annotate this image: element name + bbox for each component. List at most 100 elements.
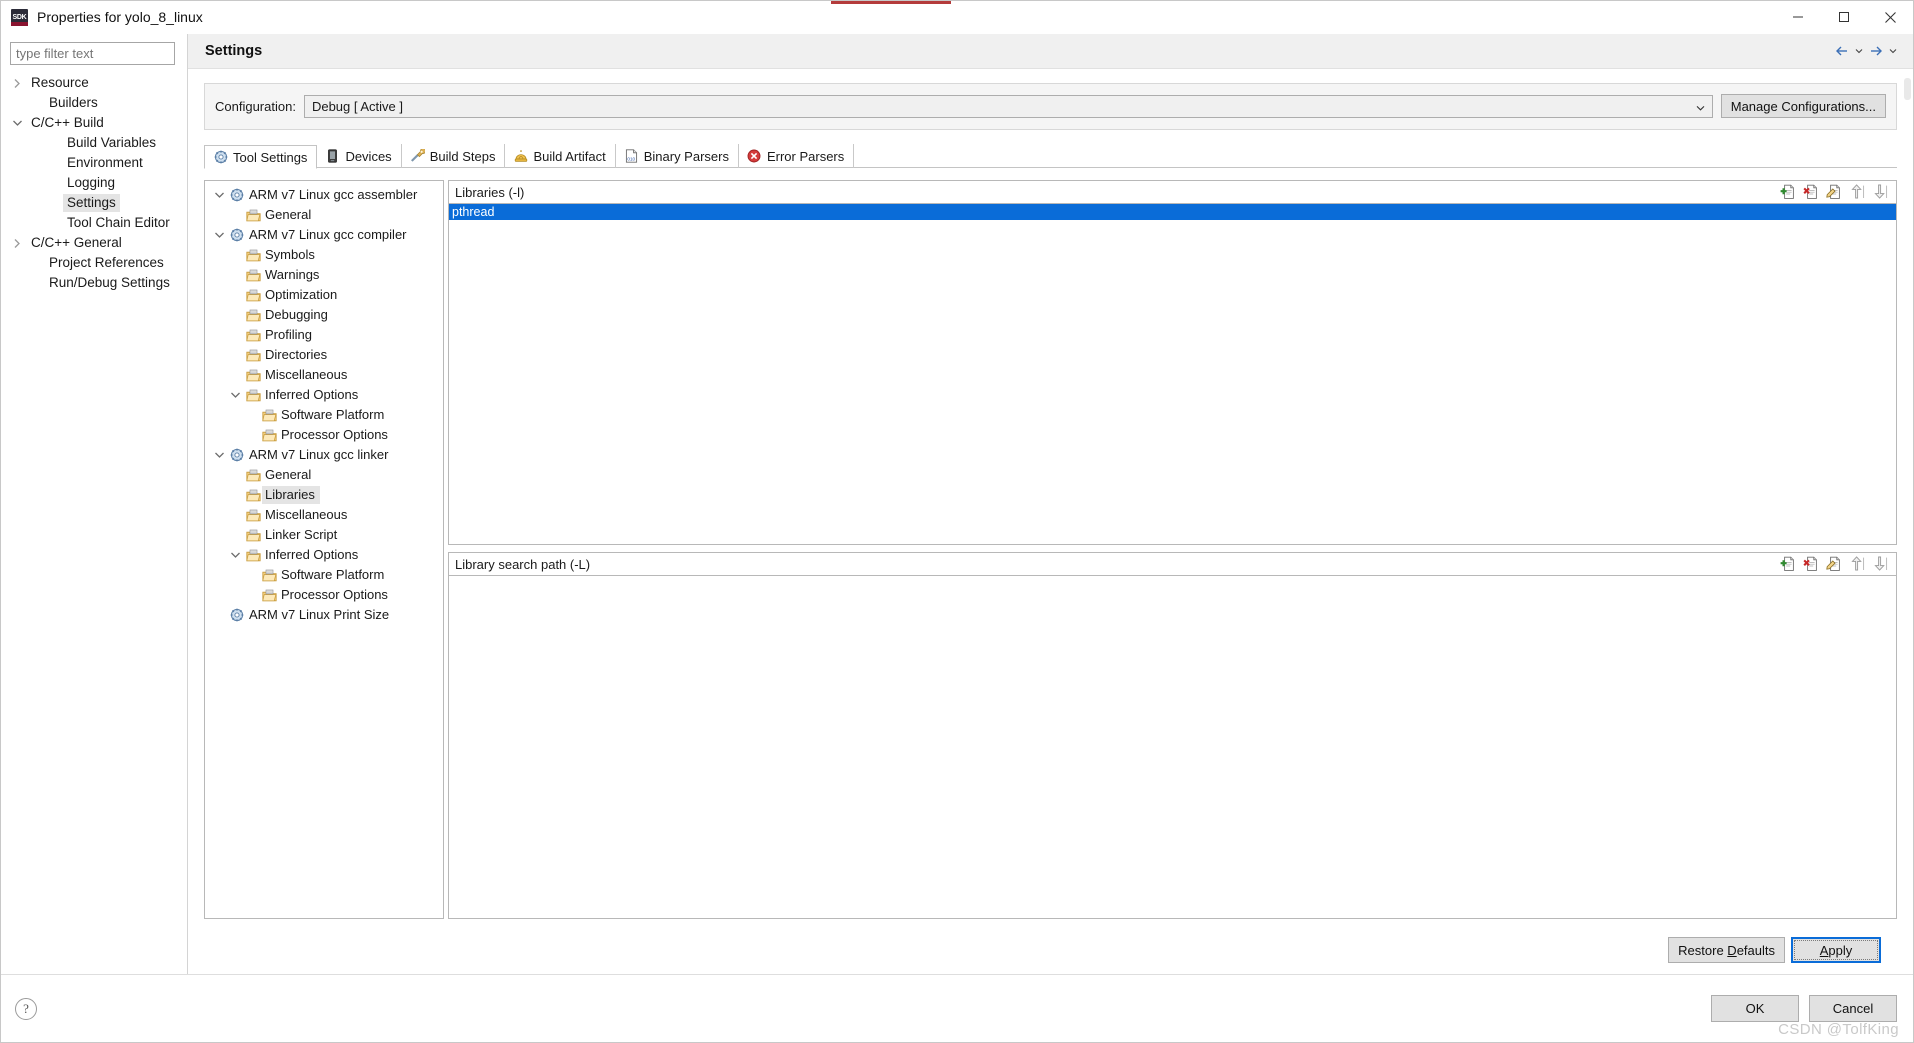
configuration-value: Debug [ Active ]	[311, 98, 404, 114]
move-up-icon[interactable]	[1848, 556, 1865, 573]
tool-tree-item-label: Debugging	[265, 307, 328, 322]
restore-defaults-label: Restore Defaults	[1678, 942, 1775, 958]
cancel-button[interactable]: Cancel	[1809, 995, 1897, 1022]
chevron-down-icon	[1696, 99, 1705, 114]
configuration-select[interactable]: Debug [ Active ]	[303, 94, 1713, 118]
delete-icon[interactable]	[1802, 556, 1819, 573]
tool-tree-item-profiling[interactable]: Profiling	[205, 325, 443, 345]
build-steps-icon	[410, 149, 425, 164]
sidebar-item-label: Environment	[67, 155, 143, 170]
tool-tree-item-arm-v7-linux-gcc-linker[interactable]: ARM v7 Linux gcc linker	[205, 445, 443, 465]
chevron-right-icon[interactable]	[7, 238, 27, 249]
tab-tool-settings[interactable]: Tool Settings	[204, 145, 318, 169]
sidebar-item-label: Builders	[49, 95, 98, 110]
forward-dropdown-icon[interactable]	[1887, 48, 1899, 54]
tool-tree-item-warnings[interactable]: Warnings	[205, 265, 443, 285]
library-search-list[interactable]	[448, 575, 1897, 919]
sidebar-item-resource[interactable]: Resource	[1, 73, 187, 93]
chevron-down-icon[interactable]	[226, 391, 244, 399]
sidebar-item-run-debug-settings[interactable]: Run/Debug Settings	[1, 273, 187, 293]
ok-button[interactable]: OK	[1711, 995, 1799, 1022]
tab-devices[interactable]: Devices	[317, 144, 402, 168]
tool-icon	[228, 448, 246, 462]
settings-tabs: Tool Settings Devices Build Steps Build Art…	[204, 144, 1897, 169]
tool-tree-item-inferred-options[interactable]: Inferred Options	[205, 545, 443, 565]
sidebar-item-build-variables[interactable]: Build Variables	[1, 133, 187, 153]
window-controls	[1775, 1, 1913, 34]
watermark: CSDN @TolfKing	[1778, 1021, 1899, 1038]
tool-tree-item-arm-v7-linux-gcc-compiler[interactable]: ARM v7 Linux gcc compiler	[205, 225, 443, 245]
filter-input[interactable]	[10, 42, 175, 65]
manage-configurations-button[interactable]: Manage Configurations...	[1720, 94, 1886, 118]
edit-icon[interactable]	[1825, 184, 1842, 201]
tab-build-artifact[interactable]: Build Artifact	[505, 144, 616, 168]
tab-label: Error Parsers	[766, 148, 845, 164]
tool-tree-item-software-platform[interactable]: Software Platform	[205, 405, 443, 425]
chevron-down-icon[interactable]	[210, 451, 228, 459]
footer-buttons: OK Cancel	[1711, 995, 1897, 1022]
move-up-icon[interactable]	[1848, 184, 1865, 201]
back-icon[interactable]	[1833, 42, 1851, 60]
edit-icon[interactable]	[1825, 556, 1842, 573]
tool-tree-item-processor-options[interactable]: Processor Options	[205, 585, 443, 605]
chevron-down-icon[interactable]	[210, 231, 228, 239]
tool-tree-item-miscellaneous[interactable]: Miscellaneous	[205, 365, 443, 385]
move-down-icon[interactable]	[1871, 556, 1888, 573]
sidebar-item-environment[interactable]: Environment	[1, 153, 187, 173]
tool-tree-item-optimization[interactable]: Optimization	[205, 285, 443, 305]
settings-tree: Resource Builders C/C++ Build Build Variabl…	[1, 71, 187, 293]
tool-tree-item-general[interactable]: General	[205, 465, 443, 485]
apply-button[interactable]: Apply	[1791, 937, 1881, 963]
maximize-icon[interactable]	[1821, 1, 1867, 34]
sidebar-item-builders[interactable]: Builders	[1, 93, 187, 113]
chevron-down-icon[interactable]	[7, 119, 27, 127]
tool-tree-item-label: Inferred Options	[265, 387, 359, 402]
delete-icon[interactable]	[1802, 184, 1819, 201]
list-item[interactable]: pthread	[449, 204, 1896, 220]
tab-error-parsers[interactable]: Error Parsers	[739, 144, 855, 168]
tool-tree-item-libraries[interactable]: Libraries	[205, 485, 443, 505]
tool-tree-item-general[interactable]: General	[205, 205, 443, 225]
tool-tree-item-miscellaneous[interactable]: Miscellaneous	[205, 505, 443, 525]
tab-binary-parsers[interactable]: 010 Binary Parsers	[616, 144, 739, 168]
sidebar-item-project-references[interactable]: Project References	[1, 253, 187, 273]
tool-tree-item-label: Miscellaneous	[265, 507, 348, 522]
add-icon[interactable]	[1779, 556, 1796, 573]
tool-settings-icon	[213, 150, 228, 165]
restore-defaults-button[interactable]: Restore Defaults	[1668, 937, 1785, 963]
sidebar-item-logging[interactable]: Logging	[1, 173, 187, 193]
help-icon[interactable]: ?	[15, 997, 37, 1020]
tab-build-steps[interactable]: Build Steps	[402, 144, 506, 168]
chevron-right-icon[interactable]	[7, 78, 27, 89]
sidebar-item-c-c-build[interactable]: C/C++ Build	[1, 113, 187, 133]
sidebar-item-settings[interactable]: Settings	[1, 193, 187, 213]
chevron-down-icon[interactable]	[226, 551, 244, 559]
library-search-toolbar	[1779, 556, 1896, 573]
tool-tree-item-symbols[interactable]: Symbols	[205, 245, 443, 265]
title-bar: Properties for yolo_8_linux	[1, 1, 1913, 34]
tool-tree-item-arm-v7-linux-print-size[interactable]: ARM v7 Linux Print Size	[205, 605, 443, 625]
chevron-down-icon[interactable]	[210, 191, 228, 199]
sidebar-item-tool-chain-editor[interactable]: Tool Chain Editor	[1, 213, 187, 233]
sidebar-item-c-c-general[interactable]: C/C++ General	[1, 233, 187, 253]
tool-tree-item-processor-options[interactable]: Processor Options	[205, 425, 443, 445]
libraries-title: Libraries (-l)	[455, 184, 525, 200]
tool-tree-item-debugging[interactable]: Debugging	[205, 305, 443, 325]
properties-dialog: Properties for yolo_8_linux Resource Buil…	[0, 0, 1914, 1043]
tool-tree-item-label: ARM v7 Linux Print Size	[249, 607, 390, 622]
tool-tree-item-software-platform[interactable]: Software Platform	[205, 565, 443, 585]
tool-tree-item-arm-v7-linux-gcc-assembler[interactable]: ARM v7 Linux gcc assembler	[205, 185, 443, 205]
move-down-icon[interactable]	[1871, 184, 1888, 201]
libraries-list[interactable]: pthread	[448, 203, 1897, 545]
close-icon[interactable]	[1867, 1, 1913, 34]
minimize-icon[interactable]	[1775, 1, 1821, 34]
forward-icon[interactable]	[1867, 42, 1885, 60]
tool-tree-item-directories[interactable]: Directories	[205, 345, 443, 365]
back-dropdown-icon[interactable]	[1853, 48, 1865, 54]
add-icon[interactable]	[1779, 184, 1796, 201]
page-scrollbar[interactable]	[1904, 78, 1911, 100]
tool-tree-item-inferred-options[interactable]: Inferred Options	[205, 385, 443, 405]
page-title: Settings	[205, 43, 263, 59]
tool-tree-item-linker-script[interactable]: Linker Script	[205, 525, 443, 545]
folder-icon	[260, 429, 278, 442]
